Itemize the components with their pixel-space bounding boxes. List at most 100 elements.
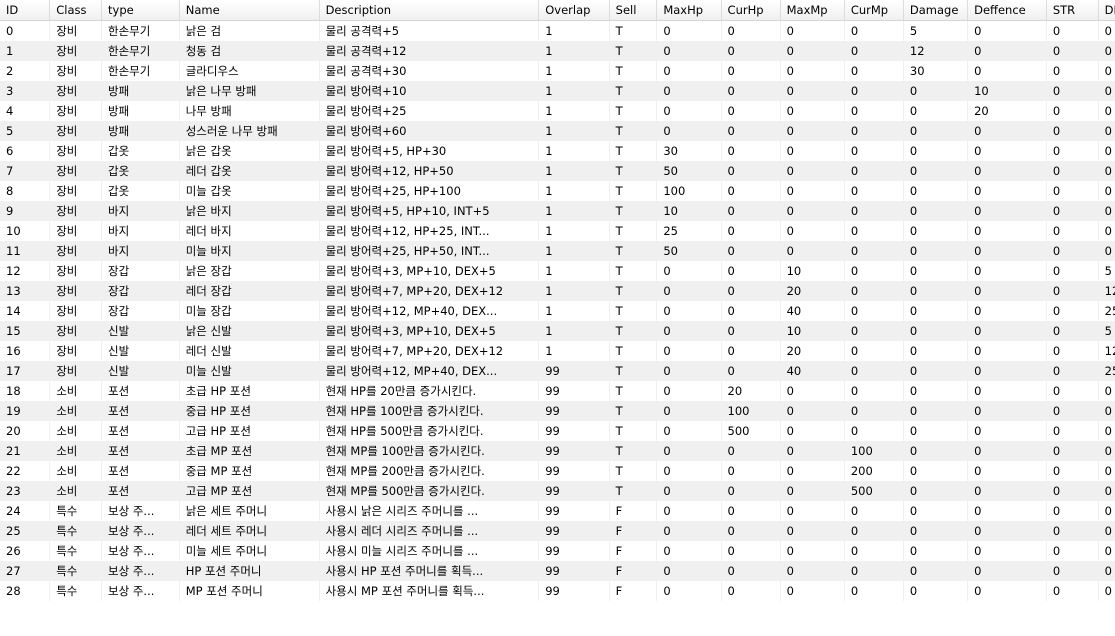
cell-id[interactable]: 12 bbox=[0, 261, 51, 281]
cell-curhp[interactable]: 0 bbox=[721, 541, 781, 561]
cell-id[interactable]: 4 bbox=[0, 101, 51, 121]
cell-curhp[interactable]: 0 bbox=[721, 121, 781, 141]
column-header-dex[interactable]: DEX bbox=[1098, 0, 1115, 21]
table-row[interactable]: 25 특수 보상 주... 레더 세트 주머니 사용시 레더 시리즈 주머니를 ... 9… bbox=[0, 521, 1115, 541]
cell-sell[interactable]: T bbox=[609, 201, 658, 221]
cell-sell[interactable]: T bbox=[609, 221, 658, 241]
cell-curhp[interactable]: 500 bbox=[721, 421, 781, 441]
cell-type[interactable]: 장갑 bbox=[101, 281, 180, 301]
cell-overlap[interactable]: 1 bbox=[538, 241, 610, 261]
cell-damage[interactable]: 0 bbox=[903, 301, 969, 321]
cell-sell[interactable]: T bbox=[609, 281, 658, 301]
cell-sell[interactable]: T bbox=[609, 261, 658, 281]
cell-curmp[interactable]: 100 bbox=[844, 441, 904, 461]
cell-class[interactable]: 특수 bbox=[49, 581, 103, 601]
cell-str[interactable]: 0 bbox=[1046, 541, 1099, 561]
cell-name[interactable]: 낡은 장갑 bbox=[179, 261, 320, 281]
cell-dex[interactable]: 0 bbox=[1098, 221, 1115, 241]
cell-deffence[interactable]: 0 bbox=[967, 61, 1047, 81]
cell-damage[interactable]: 0 bbox=[903, 341, 969, 361]
cell-maxmp[interactable]: 40 bbox=[780, 301, 845, 321]
cell-type[interactable]: 갑옷 bbox=[101, 141, 180, 161]
cell-class[interactable]: 소비 bbox=[49, 461, 103, 481]
cell-curhp[interactable]: 0 bbox=[721, 301, 781, 321]
cell-deffence[interactable]: 10 bbox=[967, 81, 1047, 101]
cell-maxhp[interactable]: 0 bbox=[656, 381, 722, 401]
cell-overlap[interactable]: 99 bbox=[538, 421, 610, 441]
cell-description[interactable]: 물리 공격력+12 bbox=[319, 41, 540, 61]
cell-description[interactable]: 현재 MP를 100만큼 증가시킨다. bbox=[319, 441, 540, 461]
table-row[interactable]: 23 소비 포션 고급 MP 포션 현재 MP를 500만큼 증가시킨다. 99 T 0 0 0 5… bbox=[0, 481, 1115, 501]
cell-curmp[interactable]: 200 bbox=[844, 461, 904, 481]
cell-sell[interactable]: T bbox=[609, 321, 658, 341]
cell-dex[interactable]: 0 bbox=[1098, 81, 1115, 101]
cell-maxmp[interactable]: 0 bbox=[780, 501, 845, 521]
cell-id[interactable]: 13 bbox=[0, 281, 51, 301]
cell-str[interactable]: 0 bbox=[1046, 261, 1099, 281]
cell-id[interactable]: 17 bbox=[0, 361, 51, 381]
table-row[interactable]: 12 장비 장갑 낡은 장갑 물리 방어력+3, MP+10, DEX+5 1 T 0 0 10 0… bbox=[0, 261, 1115, 281]
cell-name[interactable]: 낡은 신발 bbox=[179, 321, 320, 341]
cell-name[interactable]: 낡은 검 bbox=[179, 20, 320, 41]
cell-sell[interactable]: T bbox=[609, 361, 658, 381]
cell-sell[interactable]: T bbox=[609, 121, 658, 141]
cell-maxhp[interactable]: 0 bbox=[656, 81, 722, 101]
cell-str[interactable]: 0 bbox=[1046, 481, 1099, 501]
cell-maxmp[interactable]: 0 bbox=[780, 161, 845, 181]
cell-sell[interactable]: T bbox=[609, 101, 658, 121]
cell-curmp[interactable]: 0 bbox=[844, 341, 904, 361]
cell-deffence[interactable]: 0 bbox=[967, 481, 1047, 501]
cell-dex[interactable]: 0 bbox=[1098, 421, 1115, 441]
cell-description[interactable]: 물리 방어력+25 bbox=[319, 101, 540, 121]
column-header-deffence[interactable]: Deffence bbox=[967, 0, 1047, 21]
cell-curhp[interactable]: 0 bbox=[721, 141, 781, 161]
cell-dex[interactable]: 0 bbox=[1098, 241, 1115, 261]
cell-type[interactable]: 보상 주... bbox=[101, 581, 180, 601]
cell-str[interactable]: 0 bbox=[1046, 581, 1099, 601]
cell-description[interactable]: 물리 방어력+3, MP+10, DEX+5 bbox=[319, 261, 540, 281]
column-header-sell[interactable]: Sell bbox=[609, 0, 658, 21]
cell-description[interactable]: 물리 방어력+10 bbox=[319, 81, 540, 101]
cell-curhp[interactable]: 0 bbox=[721, 20, 781, 41]
cell-deffence[interactable]: 0 bbox=[967, 461, 1047, 481]
cell-type[interactable]: 포션 bbox=[101, 461, 180, 481]
cell-curmp[interactable]: 0 bbox=[844, 401, 904, 421]
cell-description[interactable]: 물리 방어력+25, HP+100 bbox=[319, 181, 540, 201]
cell-overlap[interactable]: 1 bbox=[538, 61, 610, 81]
cell-maxmp[interactable]: 0 bbox=[780, 141, 845, 161]
cell-overlap[interactable]: 1 bbox=[538, 101, 610, 121]
cell-curhp[interactable]: 0 bbox=[721, 441, 781, 461]
cell-curhp[interactable]: 100 bbox=[721, 401, 781, 421]
cell-overlap[interactable]: 1 bbox=[538, 41, 610, 61]
cell-type[interactable]: 보상 주... bbox=[101, 541, 180, 561]
cell-damage[interactable]: 0 bbox=[903, 161, 969, 181]
cell-name[interactable]: 레더 갑옷 bbox=[179, 161, 320, 181]
cell-curhp[interactable]: 0 bbox=[721, 561, 781, 581]
cell-maxmp[interactable]: 0 bbox=[780, 521, 845, 541]
cell-sell[interactable]: F bbox=[609, 561, 658, 581]
cell-name[interactable]: 고급 MP 포션 bbox=[179, 481, 320, 501]
cell-id[interactable]: 6 bbox=[0, 141, 51, 161]
cell-damage[interactable]: 0 bbox=[903, 101, 969, 121]
cell-curhp[interactable]: 0 bbox=[721, 41, 781, 61]
table-row[interactable]: 10 장비 바지 레더 바지 물리 방어력+12, HP+25, INT... 1 T 25 0… bbox=[0, 221, 1115, 241]
cell-curmp[interactable]: 0 bbox=[844, 361, 904, 381]
cell-sell[interactable]: T bbox=[609, 81, 658, 101]
cell-maxhp[interactable]: 0 bbox=[656, 301, 722, 321]
cell-deffence[interactable]: 20 bbox=[967, 101, 1047, 121]
cell-curmp[interactable]: 0 bbox=[844, 121, 904, 141]
cell-dex[interactable]: 0 bbox=[1098, 121, 1115, 141]
cell-damage[interactable]: 0 bbox=[903, 481, 969, 501]
cell-description[interactable]: 물리 방어력+12, HP+50 bbox=[319, 161, 540, 181]
cell-name[interactable]: 레더 신발 bbox=[179, 341, 320, 361]
cell-type[interactable]: 장갑 bbox=[101, 261, 180, 281]
cell-sell[interactable]: T bbox=[609, 481, 658, 501]
cell-dex[interactable]: 0 bbox=[1098, 141, 1115, 161]
cell-class[interactable]: 장비 bbox=[49, 341, 103, 361]
cell-curmp[interactable]: 0 bbox=[844, 201, 904, 221]
cell-description[interactable]: 사용시 MP 포션 주머니를 획득... bbox=[319, 581, 540, 601]
table-row[interactable]: 21 소비 포션 초급 MP 포션 현재 MP를 100만큼 증가시킨다. 99 T 0 0 0 1… bbox=[0, 441, 1115, 461]
cell-str[interactable]: 0 bbox=[1046, 341, 1099, 361]
column-header-name[interactable]: Name bbox=[179, 0, 320, 21]
cell-maxmp[interactable]: 40 bbox=[780, 361, 845, 381]
